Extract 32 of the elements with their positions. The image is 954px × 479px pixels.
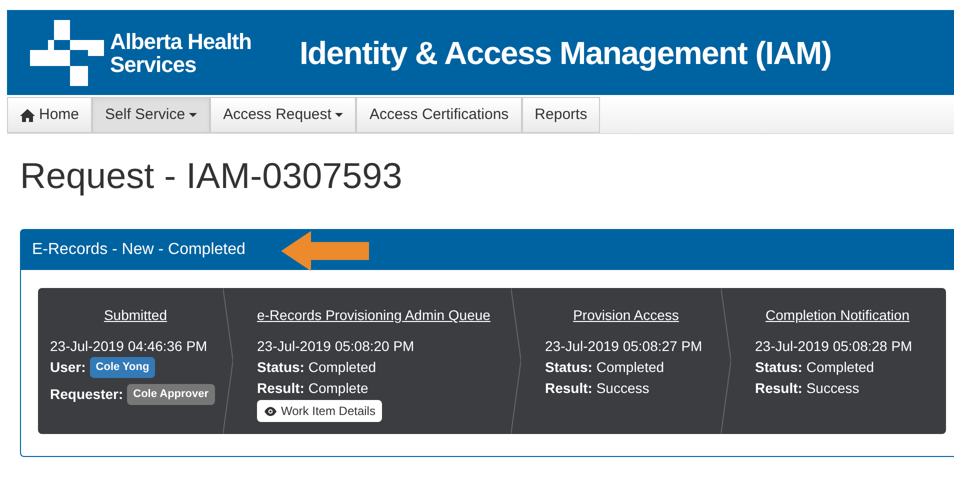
step-title-link[interactable]: Provision Access (573, 307, 679, 323)
step-title-link[interactable]: e-Records Provisioning Admin Queue (257, 307, 490, 323)
work-item-details-button[interactable]: Work Item Details (257, 400, 382, 422)
app-title: Identity & Access Management (IAM) (299, 34, 832, 73)
field-label: Requester: (50, 385, 124, 404)
name-tag: Cole Approver (127, 384, 215, 405)
step-timestamp: 23-Jul-2019 05:08:28 PM (755, 337, 914, 356)
name-tag: Cole Yong (90, 357, 156, 378)
step-timestamp: 23-Jul-2019 05:08:27 PM (545, 337, 704, 356)
status-line: Status: Completed (257, 358, 378, 377)
nav-menu-tab[interactable]: Self Service (92, 97, 210, 133)
step-title-link[interactable]: Submitted (104, 307, 168, 323)
status-line: Status: Completed (545, 358, 666, 377)
nav-menu-tab[interactable]: Access Certifications (356, 97, 522, 133)
step-timestamp: 23-Jul-2019 04:46:36 PM (50, 337, 208, 356)
status-line: Result: Success (755, 379, 860, 398)
panel-title: E-Records - New - Completed (32, 240, 246, 260)
status-line: Result: Success (545, 379, 650, 398)
step-timestamp: 23-Jul-2019 05:08:20 PM (257, 337, 416, 356)
house-icon (20, 108, 35, 122)
brand-name: Alberta Health (110, 30, 252, 52)
cross-logo-icon (30, 20, 104, 86)
eye-icon (264, 406, 277, 416)
nav-menu-tab[interactable]: Reports (522, 97, 600, 133)
status-line: Result: Complete (257, 379, 370, 398)
status-line: Status: Completed (755, 358, 876, 377)
home-nav-tab[interactable]: Home (7, 97, 92, 133)
brand-name: Services (110, 52, 198, 76)
field-label: User: (50, 358, 86, 377)
step-title-link[interactable]: Completion Notification (766, 307, 910, 323)
nav-menu-tab[interactable]: Access Request (210, 97, 356, 133)
page-title: Request - IAM-0307593 (20, 156, 404, 196)
